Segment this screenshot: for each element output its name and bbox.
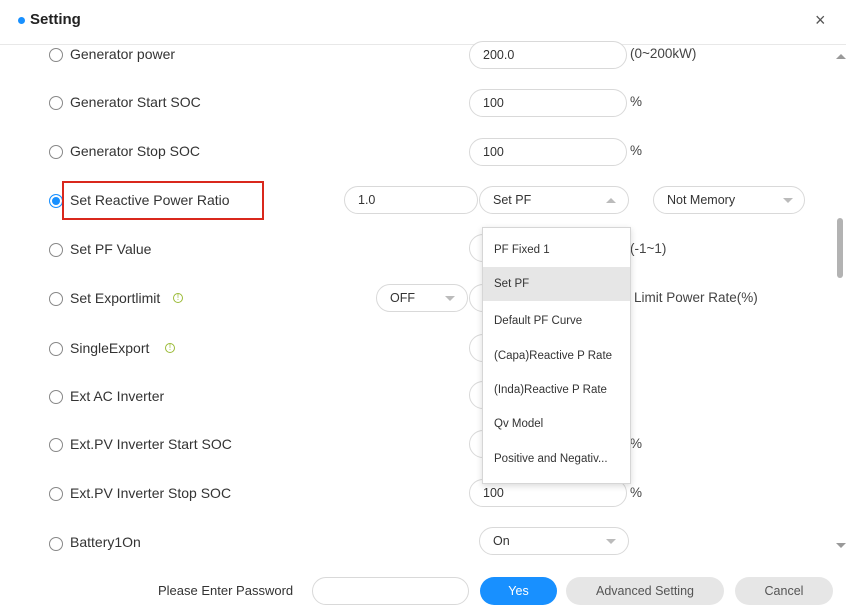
reactive-ratio-field[interactable] [358, 187, 477, 213]
select-exportlimit-value: OFF [390, 291, 415, 305]
select-exportlimit[interactable]: OFF [376, 284, 468, 312]
unit-ext-pv-stop: % [630, 485, 643, 500]
info-circle-icon: ! [165, 343, 175, 353]
scroll-up-icon[interactable] [836, 54, 846, 59]
label-pf-value: Set PF Value [70, 241, 152, 257]
select-memory-value: Not Memory [667, 193, 736, 207]
input-gen-stop-soc[interactable] [469, 138, 627, 166]
radio-exportlimit[interactable] [49, 292, 63, 306]
label-ext-ac: Ext AC Inverter [70, 388, 165, 404]
dropdown-item[interactable]: Qv Model [483, 407, 630, 441]
highlight-box [62, 181, 264, 220]
gen-stop-soc-field[interactable] [483, 139, 626, 165]
select-reactive-mode-value: Set PF [493, 193, 532, 207]
dropdown-item[interactable]: (Capa)Reactive P Rate [483, 339, 630, 373]
password-field[interactable] [326, 578, 468, 604]
radio-reactive-ratio[interactable] [49, 194, 63, 208]
unit-gen-stop-soc: % [630, 143, 643, 158]
dropdown-item[interactable]: PF Fixed 1 [483, 233, 630, 267]
input-generator-power[interactable] [469, 41, 627, 69]
radio-battery1on[interactable] [49, 537, 63, 551]
password-input[interactable] [312, 577, 469, 605]
close-icon[interactable]: × [815, 10, 826, 31]
scrollbar-thumb[interactable] [837, 218, 843, 278]
unit-exportlimit: Limit Power Rate(%) [634, 290, 758, 305]
dialog-header: Setting × [0, 0, 846, 45]
generator-power-field[interactable] [483, 42, 626, 68]
chevron-down-icon [445, 296, 455, 301]
scroll-down-icon[interactable] [836, 543, 846, 548]
scrollbar[interactable] [834, 46, 846, 556]
password-label: Please Enter Password [158, 583, 294, 598]
select-reactive-mode[interactable]: Set PF [479, 186, 629, 214]
unit-generator-power: (0~200kW) [630, 46, 697, 61]
cancel-button[interactable]: Cancel [735, 577, 833, 605]
select-memory[interactable]: Not Memory [653, 186, 805, 214]
label-generator-power: Generator power [70, 46, 176, 62]
title-dot-icon [18, 17, 25, 24]
label-single-export: SingleExport [70, 340, 150, 356]
radio-generator-power[interactable] [49, 48, 63, 62]
label-gen-stop-soc: Generator Stop SOC [70, 143, 200, 159]
radio-ext-pv-stop[interactable] [49, 487, 63, 501]
unit-pf-value: (-1~1) [630, 241, 667, 256]
dropdown-item[interactable]: Positive and Negativ... [483, 442, 630, 476]
dialog-footer: Please Enter Password Yes Advanced Setti… [0, 563, 846, 605]
dropdown-item[interactable]: Default PF Curve [483, 304, 630, 338]
radio-single-export[interactable] [49, 342, 63, 356]
radio-pf-value[interactable] [49, 243, 63, 257]
radio-gen-stop-soc[interactable] [49, 145, 63, 159]
dialog-title: Setting [30, 11, 81, 28]
label-gen-start-soc: Generator Start SOC [70, 94, 201, 110]
unit-ext-pv-start: % [630, 436, 643, 451]
input-gen-start-soc[interactable] [469, 89, 627, 117]
radio-ext-pv-start[interactable] [49, 438, 63, 452]
label-ext-pv-start: Ext.PV Inverter Start SOC [70, 436, 232, 452]
radio-gen-start-soc[interactable] [49, 96, 63, 110]
chevron-down-icon [606, 539, 616, 544]
radio-ext-ac[interactable] [49, 390, 63, 404]
label-ext-pv-stop: Ext.PV Inverter Stop SOC [70, 485, 232, 501]
advanced-setting-button[interactable]: Advanced Setting [566, 577, 724, 605]
unit-gen-start-soc: % [630, 94, 643, 109]
label-battery1on: Battery1On [70, 534, 141, 550]
select-battery1on-value: On [493, 534, 510, 548]
label-exportlimit: Set Exportlimit [70, 290, 161, 306]
select-battery1on[interactable]: On [479, 527, 629, 555]
dropdown-item[interactable]: (Inda)Reactive P Rate [483, 373, 630, 407]
info-circle-icon: ! [173, 293, 183, 303]
chevron-down-icon [783, 198, 793, 203]
gen-start-soc-field[interactable] [483, 90, 626, 116]
reactive-mode-dropdown[interactable]: PF Fixed 1 Set PF Default PF Curve (Capa… [482, 227, 631, 484]
yes-button[interactable]: Yes [480, 577, 557, 605]
chevron-up-icon [606, 198, 616, 203]
dropdown-item-selected[interactable]: Set PF [483, 267, 630, 301]
input-reactive-ratio[interactable] [344, 186, 478, 214]
